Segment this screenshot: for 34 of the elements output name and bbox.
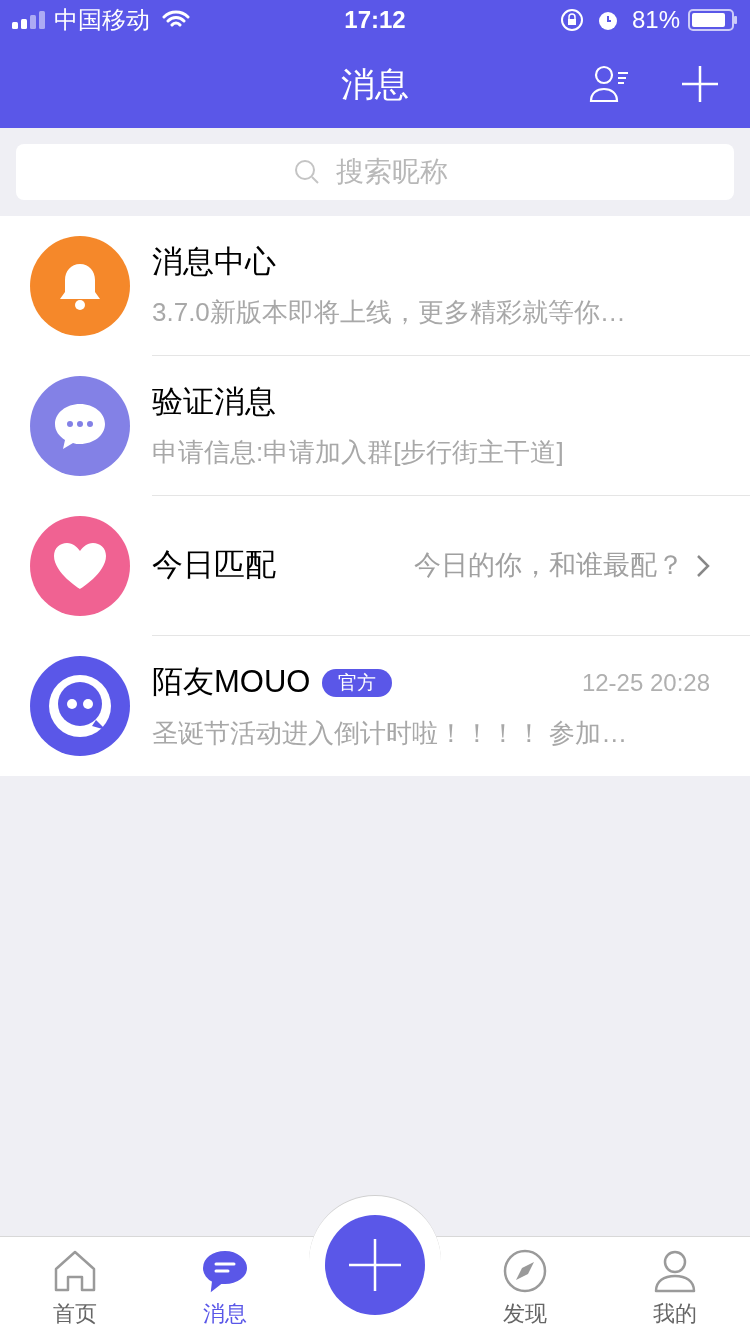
plus-icon bbox=[681, 65, 719, 103]
message-preview: 3.7.0新版本即将上线，更多精彩就等你… bbox=[152, 296, 627, 330]
chat-bubble-icon bbox=[53, 402, 107, 450]
search-icon bbox=[294, 159, 320, 185]
battery-icon bbox=[688, 9, 738, 31]
compass-icon bbox=[503, 1249, 547, 1293]
signal-icon bbox=[12, 11, 46, 29]
tab[interactable]: 我的 bbox=[600, 1237, 750, 1334]
add-button[interactable] bbox=[680, 64, 720, 104]
page-title: 消息 bbox=[341, 63, 409, 105]
plus-icon bbox=[349, 1239, 401, 1291]
conversation-name: 消息中心 bbox=[152, 242, 276, 281]
battery-percent: 81% bbox=[631, 5, 680, 35]
search-field[interactable]: 搜索昵称 bbox=[336, 151, 456, 193]
home-icon bbox=[53, 1249, 97, 1293]
tab[interactable]: 消息 bbox=[150, 1237, 300, 1334]
match-hint: 今日的你，和谁最配？ bbox=[414, 549, 684, 583]
rotation-lock-icon bbox=[559, 8, 584, 32]
tab[interactable]: 首页 bbox=[0, 1237, 150, 1334]
message-time: 12-25 20:28 bbox=[581, 667, 710, 698]
conversation-name: 陌友MOUO bbox=[152, 663, 311, 702]
person-list-icon bbox=[589, 65, 631, 103]
message-preview: 圣诞节活动进入倒计时啦！！！！ 参加… bbox=[152, 716, 629, 750]
conversation-name: 验证消息 bbox=[152, 382, 276, 421]
clock-time: 17:12 bbox=[344, 5, 406, 35]
carrier-name: 中国移动 bbox=[54, 5, 150, 35]
heart-icon bbox=[52, 541, 108, 591]
conversation-name: 今日匹配 bbox=[152, 546, 276, 585]
message-preview: 申请信息:申请加入群[步行街主干道] bbox=[152, 436, 565, 470]
chat-bubble-icon bbox=[203, 1249, 247, 1293]
official-tag: 官方 bbox=[322, 668, 393, 697]
tab[interactable]: 发现 bbox=[450, 1237, 600, 1334]
person-icon bbox=[653, 1249, 697, 1293]
chevron-right-icon bbox=[696, 553, 710, 578]
